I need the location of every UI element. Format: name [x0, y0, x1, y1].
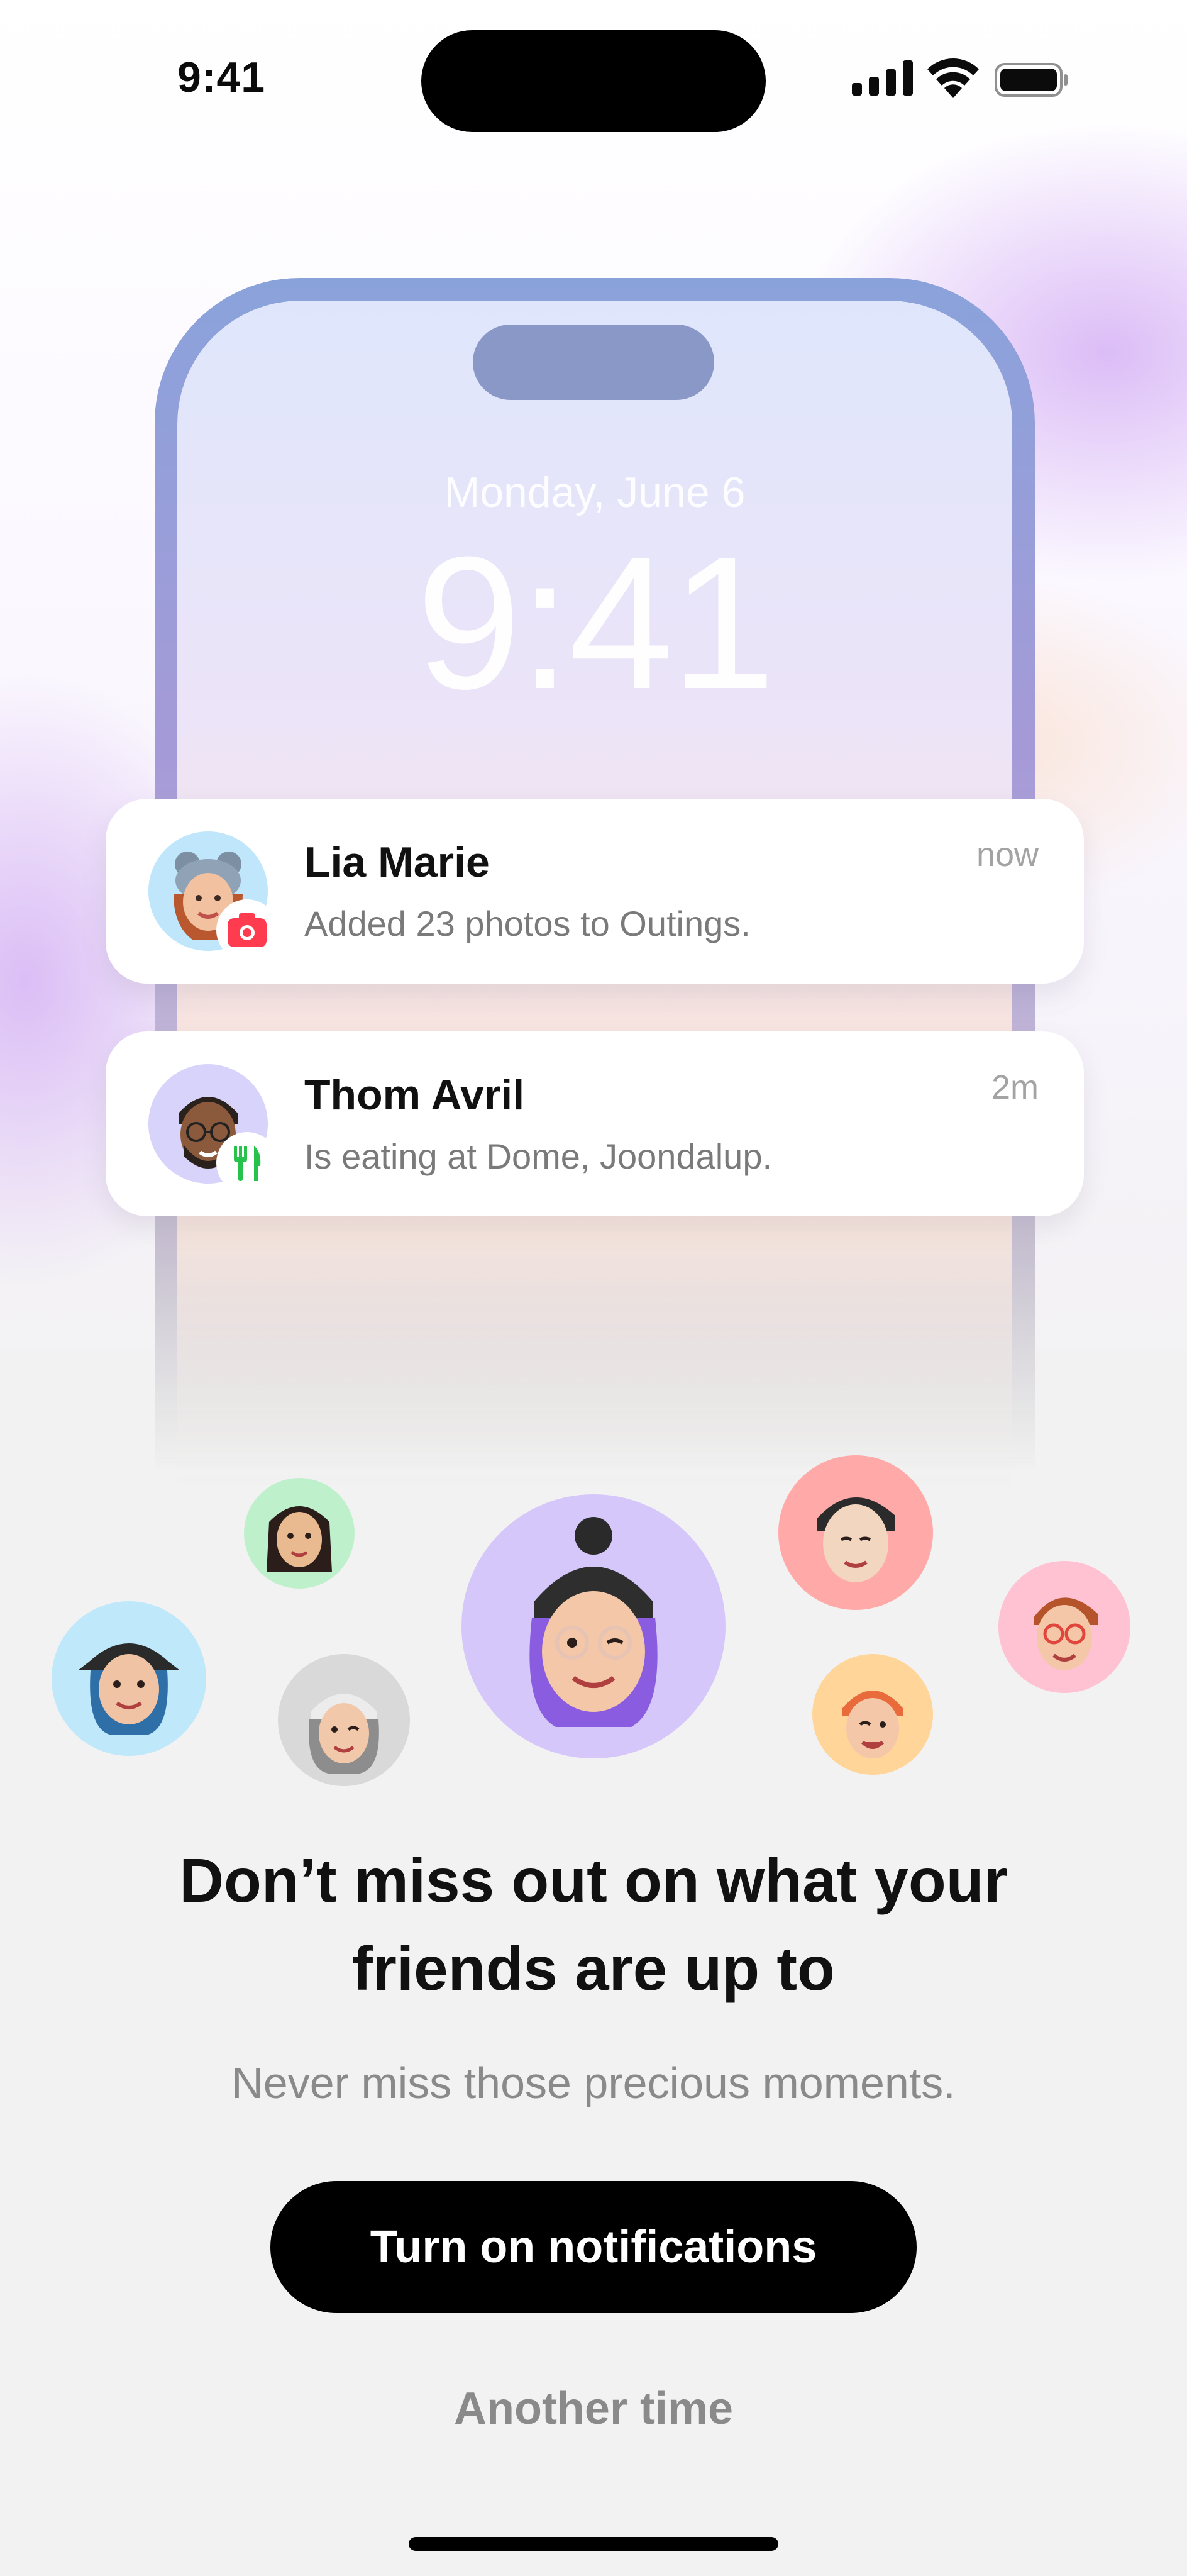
wifi-icon: [925, 57, 981, 101]
camera-icon: [228, 913, 267, 947]
memoji-avatar-pink: [998, 1561, 1130, 1693]
fork-knife-icon: [234, 1146, 261, 1181]
another-time-button[interactable]: Another time: [342, 2371, 845, 2446]
page-title: Don’t miss out on what your friends are …: [88, 1836, 1099, 2012]
notification-sender: Thom Avril: [304, 1071, 525, 1119]
headline-line-2: friends are up to: [352, 1934, 835, 2003]
notification-sender: Lia Marie: [304, 838, 490, 886]
dynamic-island: [421, 30, 766, 132]
notification-message: Is eating at Dome, Joondalup.: [304, 1136, 773, 1176]
memoji-avatar-gray: [278, 1654, 410, 1786]
memoji-avatar-orange: [812, 1654, 933, 1775]
lock-screen-time: 9:41: [416, 517, 776, 728]
status-bar-time: 9:41: [177, 53, 266, 101]
memoji-avatar-green: [244, 1478, 355, 1589]
memoji-avatar-red: [778, 1455, 933, 1610]
signal-icon: [852, 60, 915, 99]
subtitle: Never miss those precious moments.: [231, 2058, 956, 2107]
home-indicator: [409, 2537, 778, 2551]
badge: [216, 899, 278, 961]
notification-card[interactable]: Thom Avril Is eating at Dome, Joondalup.…: [106, 1031, 1084, 1216]
phone-mockup-island: [473, 325, 714, 400]
turn-on-notifications-button[interactable]: Turn on notifications: [270, 2181, 917, 2313]
battery-icon: [995, 63, 1069, 100]
memoji-avatar-main: [461, 1494, 726, 1758]
lock-screen-date: Monday, June 6: [444, 469, 746, 516]
headline-line-1: Don’t miss out on what your: [179, 1846, 1008, 1915]
notification-time: 2m: [991, 1069, 1039, 1106]
badge: [216, 1132, 278, 1194]
notification-message: Added 23 photos to Outings.: [304, 904, 751, 943]
notification-time: now: [976, 836, 1039, 874]
memoji-avatar-blue: [52, 1601, 206, 1756]
notification-card[interactable]: Lia Marie Added 23 photos to Outings. no…: [106, 799, 1084, 984]
